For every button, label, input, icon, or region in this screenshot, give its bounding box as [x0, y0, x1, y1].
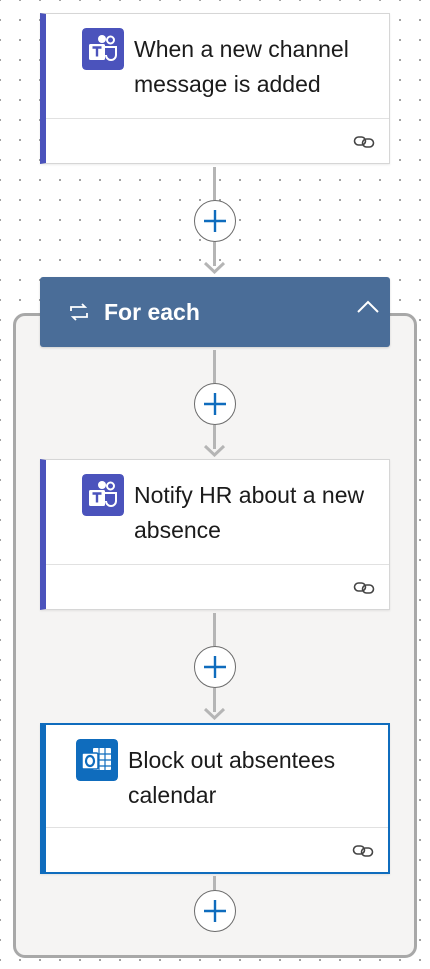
plus-icon — [204, 210, 226, 232]
notify-hr-card-title: Notify HR about a new absence — [134, 482, 365, 543]
add-step-button[interactable] — [194, 646, 236, 688]
block-calendar-card-divider — [46, 827, 388, 828]
connector-line — [213, 613, 216, 646]
block-calendar-card-title: Block out absentees calendar — [128, 747, 336, 808]
arrow-down-icon — [203, 262, 226, 274]
link-icon[interactable] — [353, 133, 375, 151]
arrow-down-icon — [203, 445, 226, 457]
add-step-button[interactable] — [194, 200, 236, 242]
foreach-header[interactable]: For each — [40, 277, 390, 347]
outlook-icon — [76, 739, 118, 781]
add-step-button[interactable] — [194, 890, 236, 932]
block-calendar-card-body[interactable]: Block out absentees calendar — [46, 725, 388, 829]
link-icon[interactable] — [352, 842, 374, 860]
notify-hr-card-body[interactable]: Notify HR about a new absence — [46, 460, 389, 564]
plus-icon — [204, 656, 226, 678]
link-icon[interactable] — [353, 579, 375, 597]
teams-icon — [82, 28, 124, 70]
notify-hr-card[interactable]: Notify HR about a new absence — [40, 459, 390, 610]
trigger-card-divider — [46, 118, 389, 119]
arrow-down-icon — [203, 708, 226, 720]
block-calendar-card[interactable]: Block out absentees calendar — [40, 723, 390, 874]
connector-line — [213, 167, 216, 200]
foreach-title: For each — [104, 299, 200, 325]
trigger-card-body[interactable]: When a new channel message is added — [46, 14, 389, 118]
trigger-card[interactable]: When a new channel message is added — [40, 13, 390, 164]
connector-line — [213, 876, 216, 890]
chevron-up-icon[interactable] — [356, 299, 380, 315]
plus-icon — [204, 900, 226, 922]
trigger-card-title: When a new channel message is added — [134, 36, 349, 97]
loop-icon — [70, 303, 88, 321]
add-step-button[interactable] — [194, 383, 236, 425]
teams-icon — [82, 474, 124, 516]
connector-line — [213, 350, 216, 383]
plus-icon — [204, 393, 226, 415]
notify-hr-card-divider — [46, 564, 389, 565]
